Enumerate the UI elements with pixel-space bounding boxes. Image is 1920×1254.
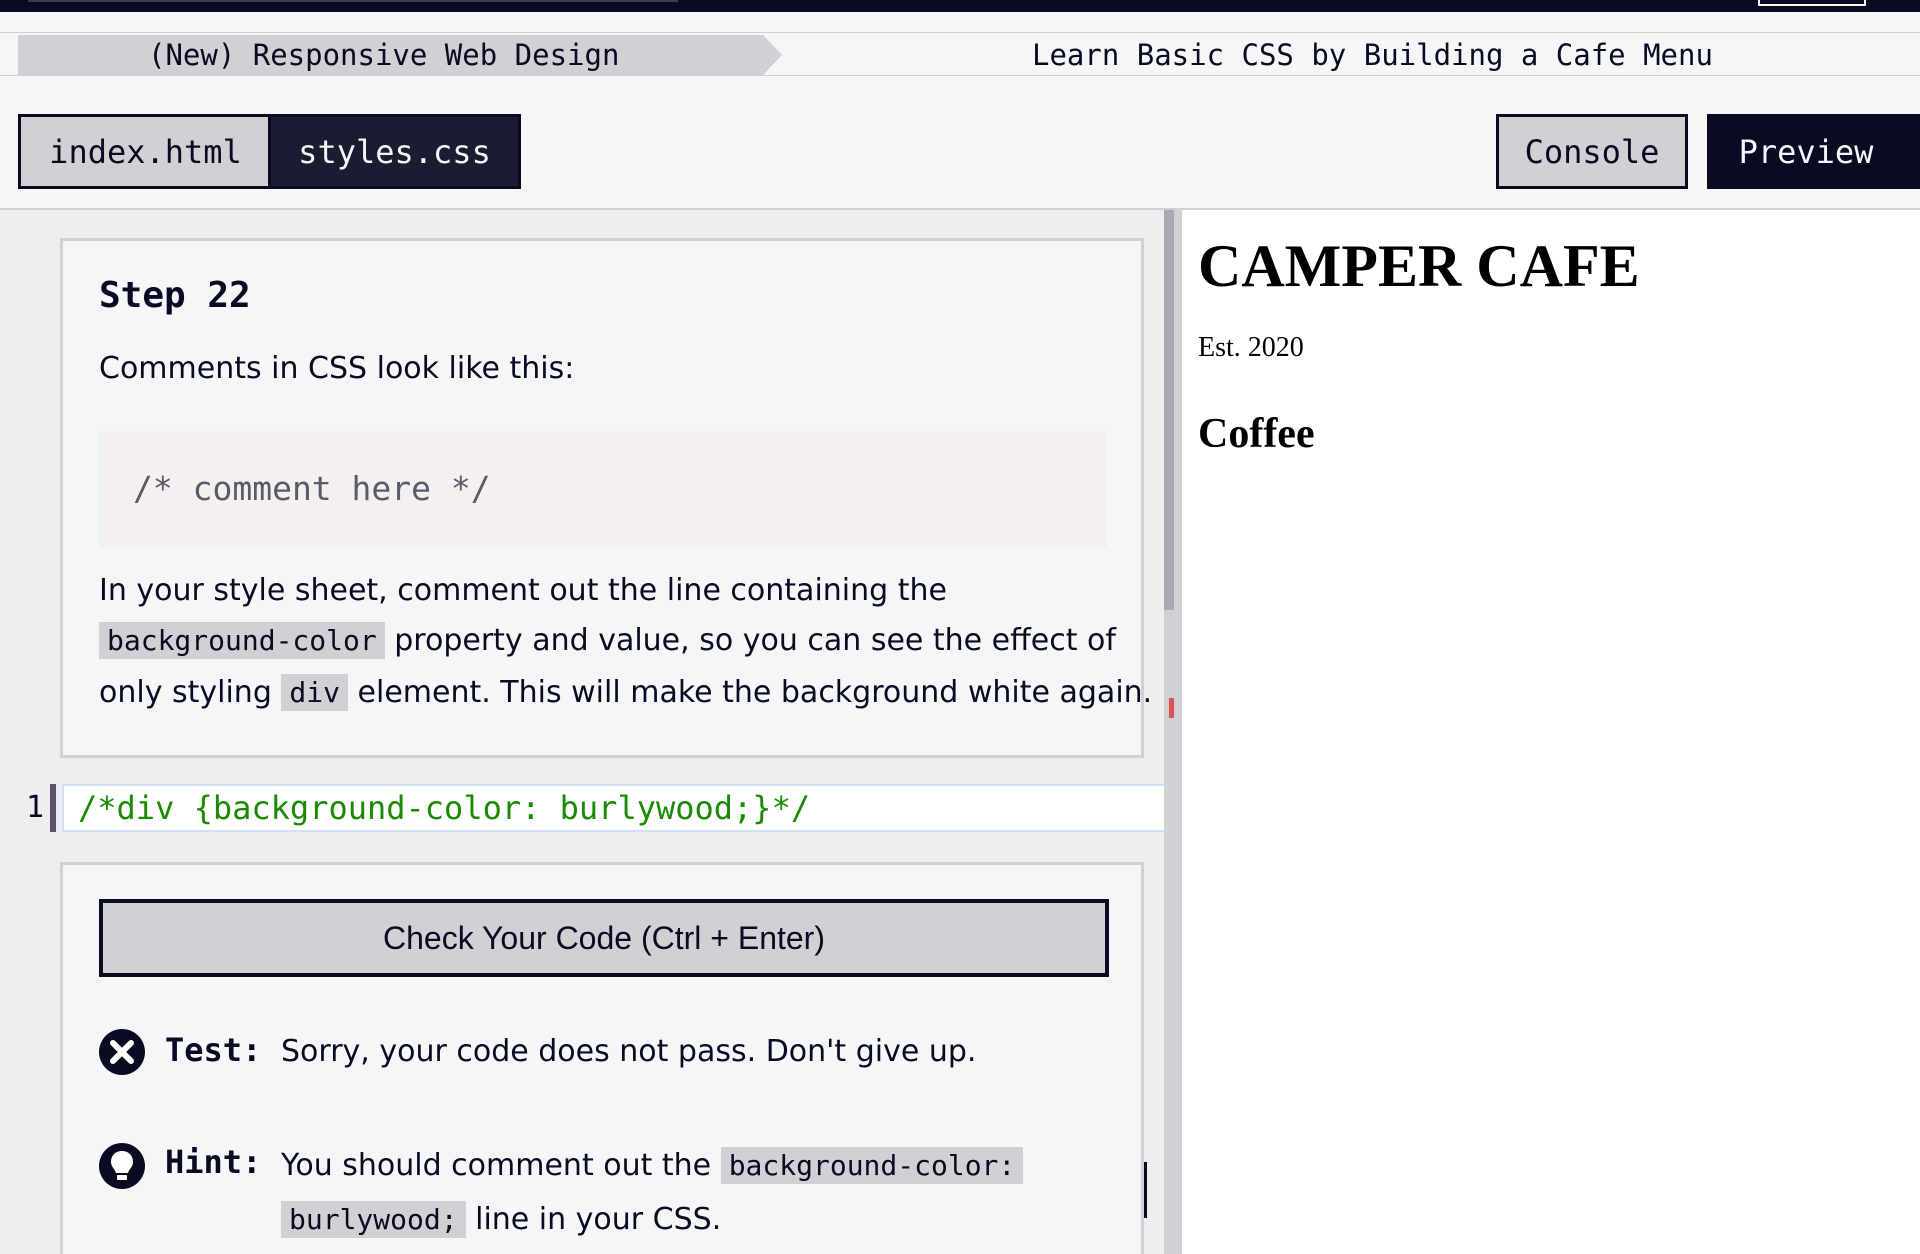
code-editor-line[interactable]: 1 /*div {background-color: burlywood;}*/ — [0, 782, 1170, 834]
example-code-block: /* comment here */ — [99, 431, 1107, 547]
tab-index-html[interactable]: index.html — [18, 114, 270, 189]
breadcrumb-project[interactable]: Learn Basic CSS by Building a Cafe Menu — [1032, 35, 1713, 75]
code-line-text[interactable]: /*div {background-color: burlywood;}*/ — [78, 782, 810, 834]
more-button[interactable] — [1904, 114, 1920, 189]
pane-resize-handle[interactable] — [1164, 210, 1182, 1254]
active-line-indicator — [50, 784, 56, 832]
preview-button[interactable]: Preview — [1707, 114, 1905, 189]
instruction-line-3: only styling div element. This will make… — [99, 667, 1152, 719]
lesson-pane: Step 22 Comments in CSS look like this: … — [0, 210, 1170, 1254]
inline-code: burlywood; — [281, 1201, 466, 1238]
hint-label: Hint: — [165, 1143, 262, 1181]
test-label: Test: — [165, 1031, 262, 1069]
preview-heading: CAMPER CAFE — [1198, 233, 1640, 299]
instruction-text: property and value, so you can see the e… — [384, 623, 1116, 658]
inline-code: div — [281, 674, 348, 711]
test-panel: Check Your Code (Ctrl + Enter) Test: Sor… — [60, 862, 1144, 1254]
instruction-text: only styling — [99, 675, 282, 710]
lightbulb-icon — [99, 1143, 145, 1189]
error-marker — [1169, 698, 1174, 718]
hint-line-2: burlywood; line in your CSS. — [281, 1193, 721, 1247]
line-number: 1 — [25, 790, 44, 825]
instruction-line-2: background-color property and value, so … — [99, 615, 1116, 667]
hint-line-1: You should comment out the background-co… — [281, 1139, 1024, 1193]
lesson-description: Step 22 Comments in CSS look like this: … — [60, 238, 1152, 758]
top-nav-bar — [0, 0, 1920, 12]
lesson-intro: Comments in CSS look like this: — [99, 351, 575, 386]
step-title: Step 22 — [99, 275, 251, 316]
top-nav-menu-button[interactable] — [1758, 0, 1866, 6]
test-message: Sorry, your code does not pass. Don't gi… — [281, 1034, 977, 1069]
tab-styles-css[interactable]: styles.css — [268, 114, 521, 189]
console-button[interactable]: Console — [1496, 114, 1688, 189]
x-circle-icon — [99, 1029, 145, 1075]
hint-text: line in your CSS. — [465, 1202, 722, 1237]
preview-pane: CAMPER CAFE Est. 2020 Coffee — [1182, 210, 1920, 1254]
check-code-button[interactable]: Check Your Code (Ctrl + Enter) — [99, 899, 1109, 977]
inline-code: background-color — [99, 622, 385, 659]
instruction-text: element. This will make the background w… — [347, 675, 1153, 710]
instruction-line-1: In your style sheet, comment out the lin… — [99, 573, 947, 608]
preview-section-heading: Coffee — [1198, 411, 1315, 457]
hint-text: You should comment out the — [281, 1148, 721, 1183]
text-cursor — [1144, 1162, 1147, 1218]
preview-established: Est. 2020 — [1198, 332, 1304, 363]
scrollbar-thumb[interactable] — [1164, 210, 1174, 610]
breadcrumb-course[interactable]: (New) Responsive Web Design — [18, 35, 782, 75]
top-nav-line — [28, 0, 678, 2]
inline-code: background-color: — [720, 1147, 1024, 1184]
breadcrumb: (New) Responsive Web Design Learn Basic … — [0, 32, 1920, 76]
